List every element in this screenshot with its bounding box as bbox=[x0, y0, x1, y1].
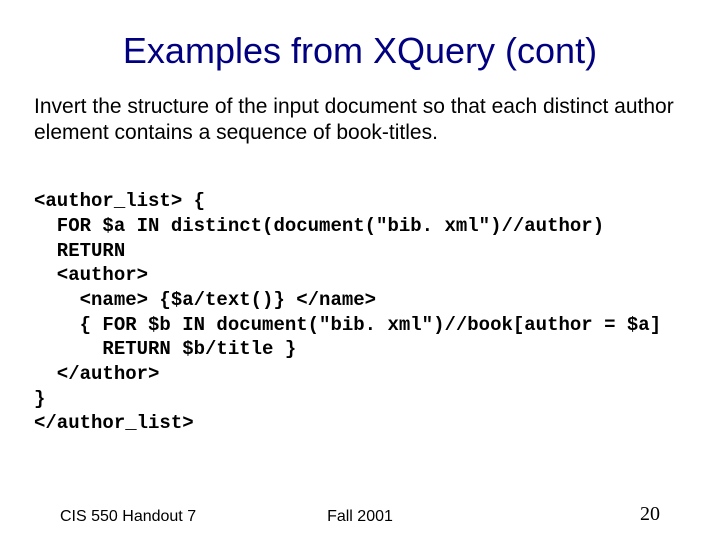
footer-page-number: 20 bbox=[640, 503, 660, 526]
slide-title: Examples from XQuery (cont) bbox=[34, 30, 686, 72]
slide-body-text: Invert the structure of the input docume… bbox=[34, 94, 686, 147]
code-line: { FOR $b IN document("bib. xml")//book[a… bbox=[34, 314, 661, 336]
code-line: FOR $a IN distinct(document("bib. xml")/… bbox=[34, 215, 604, 237]
code-line: </author_list> bbox=[34, 412, 194, 434]
code-line: RETURN bbox=[34, 240, 125, 262]
code-line: </author> bbox=[34, 363, 159, 385]
code-line: } bbox=[34, 388, 45, 410]
slide: Examples from XQuery (cont) Invert the s… bbox=[0, 0, 720, 540]
code-block: <author_list> { FOR $a IN distinct(docum… bbox=[34, 165, 686, 461]
code-line: <author> bbox=[34, 264, 148, 286]
code-line: <author_list> { bbox=[34, 190, 205, 212]
footer-center: Fall 2001 bbox=[0, 508, 720, 526]
code-line: RETURN $b/title } bbox=[34, 338, 296, 360]
code-line: <name> {$a/text()} </name> bbox=[34, 289, 376, 311]
